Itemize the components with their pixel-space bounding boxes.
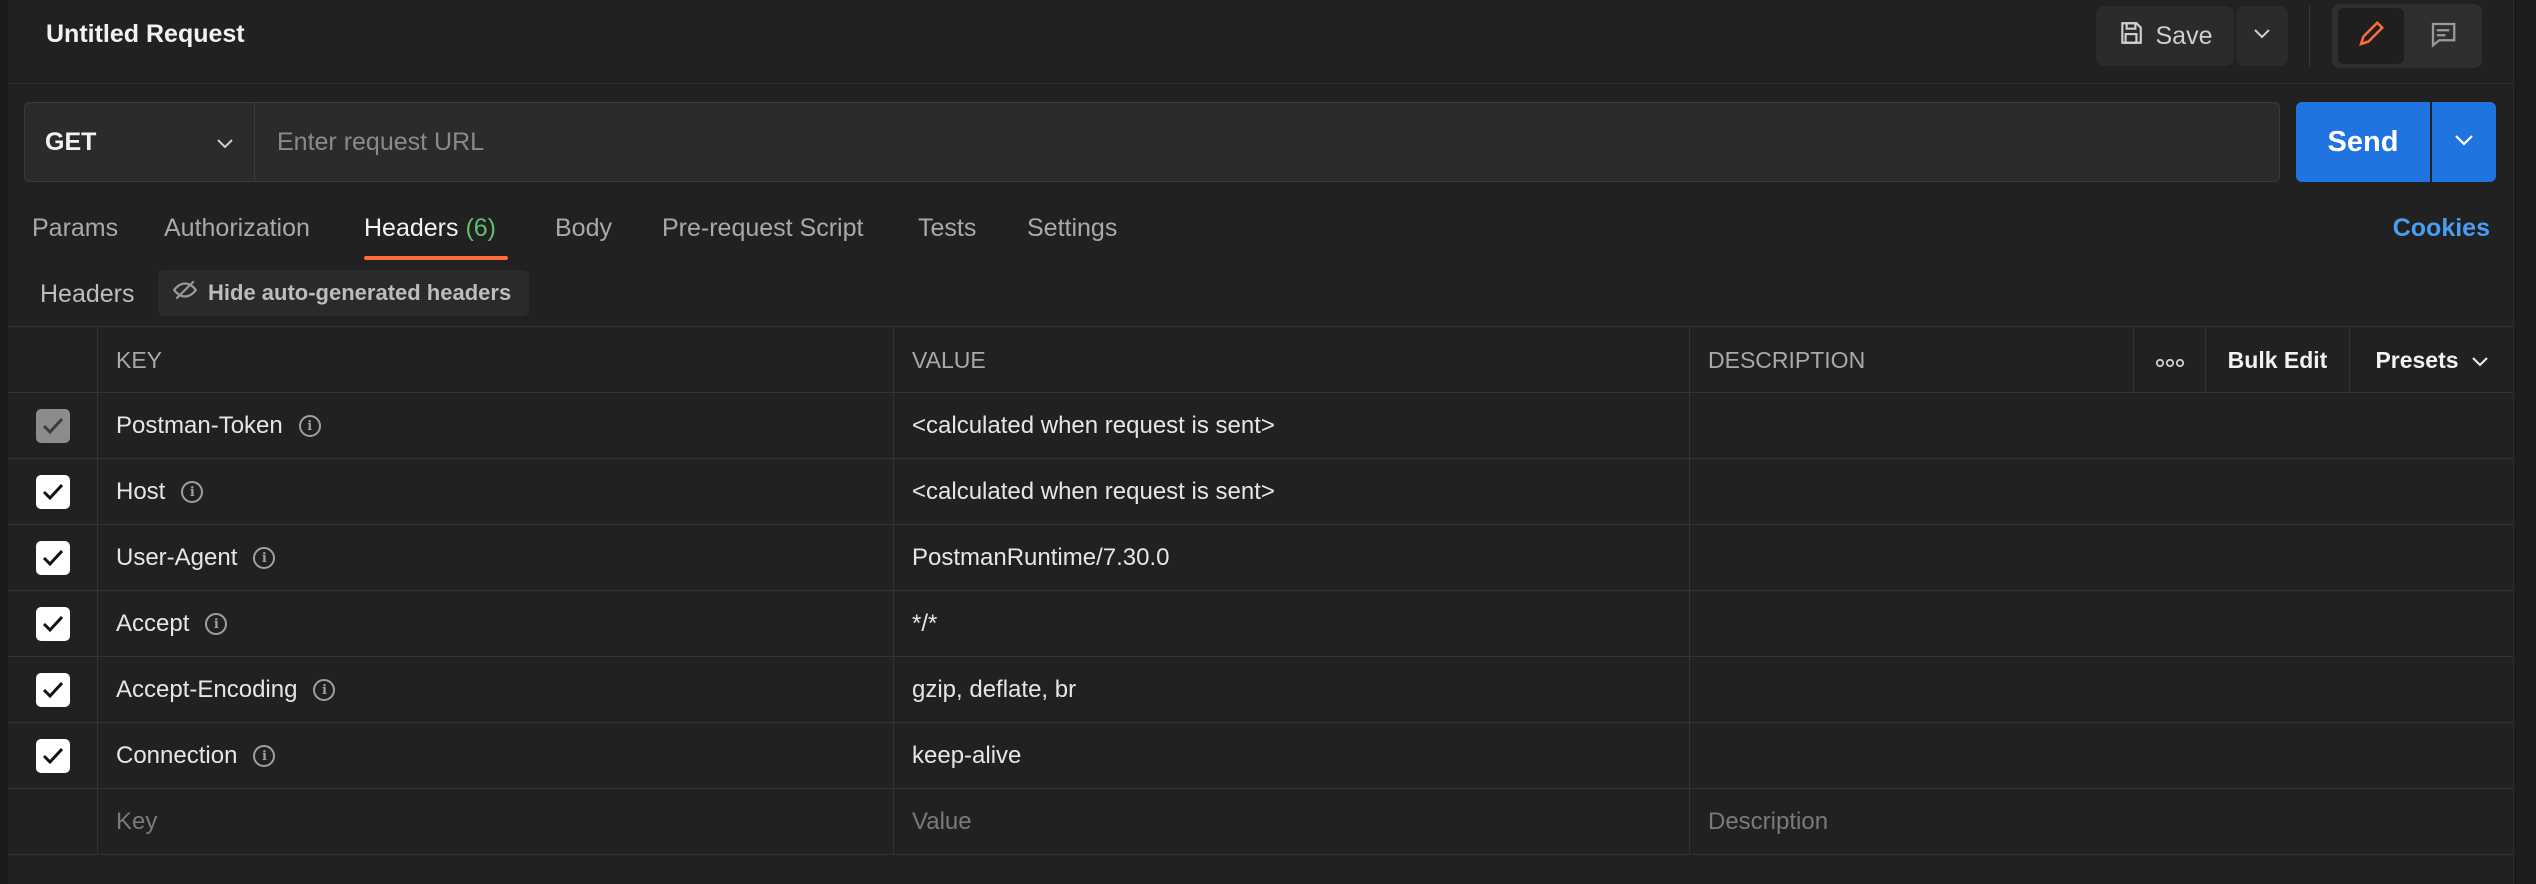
select-column-header <box>8 327 98 393</box>
method-label: GET <box>45 127 97 156</box>
tab-tests[interactable]: Tests <box>918 214 976 243</box>
row-checkbox[interactable] <box>35 739 70 773</box>
table-row: User-Agent i PostmanRuntime/7.30.0 <box>8 525 2514 591</box>
header-key[interactable]: Postman-Token <box>116 412 283 440</box>
row-checkbox[interactable] <box>35 541 70 575</box>
chevron-down-icon <box>2471 347 2489 374</box>
table-row: Connection i keep-alive <box>8 723 2514 789</box>
chevron-down-icon <box>2454 133 2474 151</box>
save-options-button[interactable] <box>2236 6 2288 66</box>
new-value-input[interactable]: Value <box>894 789 1690 855</box>
table-row: Postman-Token i <calculated when request … <box>8 393 2514 459</box>
row-checkbox[interactable] <box>35 409 70 443</box>
tab-pre-request-script[interactable]: Pre-request Script <box>662 214 863 243</box>
presets-dropdown[interactable]: Presets <box>2350 327 2514 393</box>
request-url-input[interactable] <box>254 102 2280 182</box>
row-checkbox[interactable] <box>35 607 70 641</box>
right-sidebar-strip <box>2513 0 2536 884</box>
eye-off-icon <box>172 279 198 307</box>
more-horizontal-icon <box>2155 347 2185 374</box>
table-row: Host i <calculated when request is sent> <box>8 459 2514 525</box>
row-checkbox[interactable] <box>35 673 70 707</box>
tab-params[interactable]: Params <box>32 214 118 243</box>
header-value[interactable]: keep-alive <box>894 723 1690 789</box>
headers-table: KEY VALUE DESCRIPTION Bulk Edit Presets … <box>8 326 2514 855</box>
hide-button-label: Hide auto-generated headers <box>208 280 512 305</box>
comment-icon <box>2428 20 2458 53</box>
header-key[interactable]: Accept-Encoding <box>116 676 297 704</box>
toolbar-divider <box>2309 6 2310 66</box>
tab-headers-label: Headers <box>364 214 459 242</box>
chevron-down-icon <box>216 128 234 157</box>
headers-section-title: Headers <box>40 280 135 308</box>
header-value[interactable]: */* <box>894 591 1690 657</box>
header-description[interactable] <box>1690 657 2514 723</box>
header-key[interactable]: Connection <box>116 742 237 770</box>
info-icon[interactable]: i <box>181 481 204 503</box>
presets-label: Presets <box>2375 346 2459 373</box>
table-header-row: KEY VALUE DESCRIPTION Bulk Edit Presets <box>8 327 2514 393</box>
header-description[interactable] <box>1690 723 2514 789</box>
header-description[interactable] <box>1690 591 2514 657</box>
hide-auto-generated-headers-button[interactable]: Hide auto-generated headers <box>158 270 530 316</box>
edit-mode-button[interactable] <box>2338 8 2404 64</box>
info-icon[interactable]: i <box>313 679 336 701</box>
header-key[interactable]: Host <box>116 478 165 506</box>
info-icon[interactable]: i <box>253 547 276 569</box>
row-checkbox[interactable] <box>35 475 70 509</box>
left-border <box>0 0 8 884</box>
tab-body[interactable]: Body <box>555 214 612 243</box>
header-key[interactable]: User-Agent <box>116 544 237 572</box>
header-value[interactable]: PostmanRuntime/7.30.0 <box>894 525 1690 591</box>
key-column-header: KEY <box>98 327 894 393</box>
floppy-disk-icon <box>2118 20 2144 53</box>
save-label: Save <box>2155 21 2213 50</box>
bulk-edit-button[interactable]: Bulk Edit <box>2206 327 2350 393</box>
request-title[interactable]: Untitled Request <box>46 20 245 49</box>
info-icon[interactable]: i <box>298 415 321 437</box>
info-icon[interactable]: i <box>205 613 228 635</box>
save-button[interactable]: Save <box>2096 6 2234 66</box>
tab-authorization[interactable]: Authorization <box>164 214 310 243</box>
header-value[interactable]: gzip, deflate, br <box>894 657 1690 723</box>
active-tab-indicator <box>364 256 508 260</box>
column-options-button[interactable] <box>2134 327 2206 393</box>
header-description[interactable] <box>1690 393 2514 459</box>
chevron-down-icon <box>2253 27 2271 45</box>
method-select[interactable]: GET <box>24 102 254 182</box>
new-header-row: Key Value Description <box>8 789 2514 855</box>
postman-request-editor: Untitled Request Save GET Send <box>0 0 2536 884</box>
send-options-button[interactable] <box>2432 102 2496 182</box>
tab-headers-count: (6) <box>465 214 497 242</box>
header-key[interactable]: Accept <box>116 610 189 638</box>
new-description-input[interactable]: Description <box>1690 789 2514 855</box>
value-column-header: VALUE <box>894 327 1690 393</box>
comments-button[interactable] <box>2410 8 2476 64</box>
new-key-input[interactable]: Key <box>98 789 894 855</box>
tab-settings[interactable]: Settings <box>1027 214 1117 243</box>
tab-headers[interactable]: Headers (6) <box>364 214 496 243</box>
table-row: Accept-Encoding i gzip, deflate, br <box>8 657 2514 723</box>
description-column-header: DESCRIPTION <box>1690 327 2134 393</box>
pencil-icon <box>2356 19 2386 54</box>
info-icon[interactable]: i <box>253 745 276 767</box>
table-row: Accept i */* <box>8 591 2514 657</box>
send-button[interactable]: Send <box>2296 102 2430 182</box>
header-description[interactable] <box>1690 459 2514 525</box>
cookies-link[interactable]: Cookies <box>2393 214 2490 243</box>
header-description[interactable] <box>1690 525 2514 591</box>
header-value[interactable]: <calculated when request is sent> <box>894 393 1690 459</box>
header-value[interactable]: <calculated when request is sent> <box>894 459 1690 525</box>
